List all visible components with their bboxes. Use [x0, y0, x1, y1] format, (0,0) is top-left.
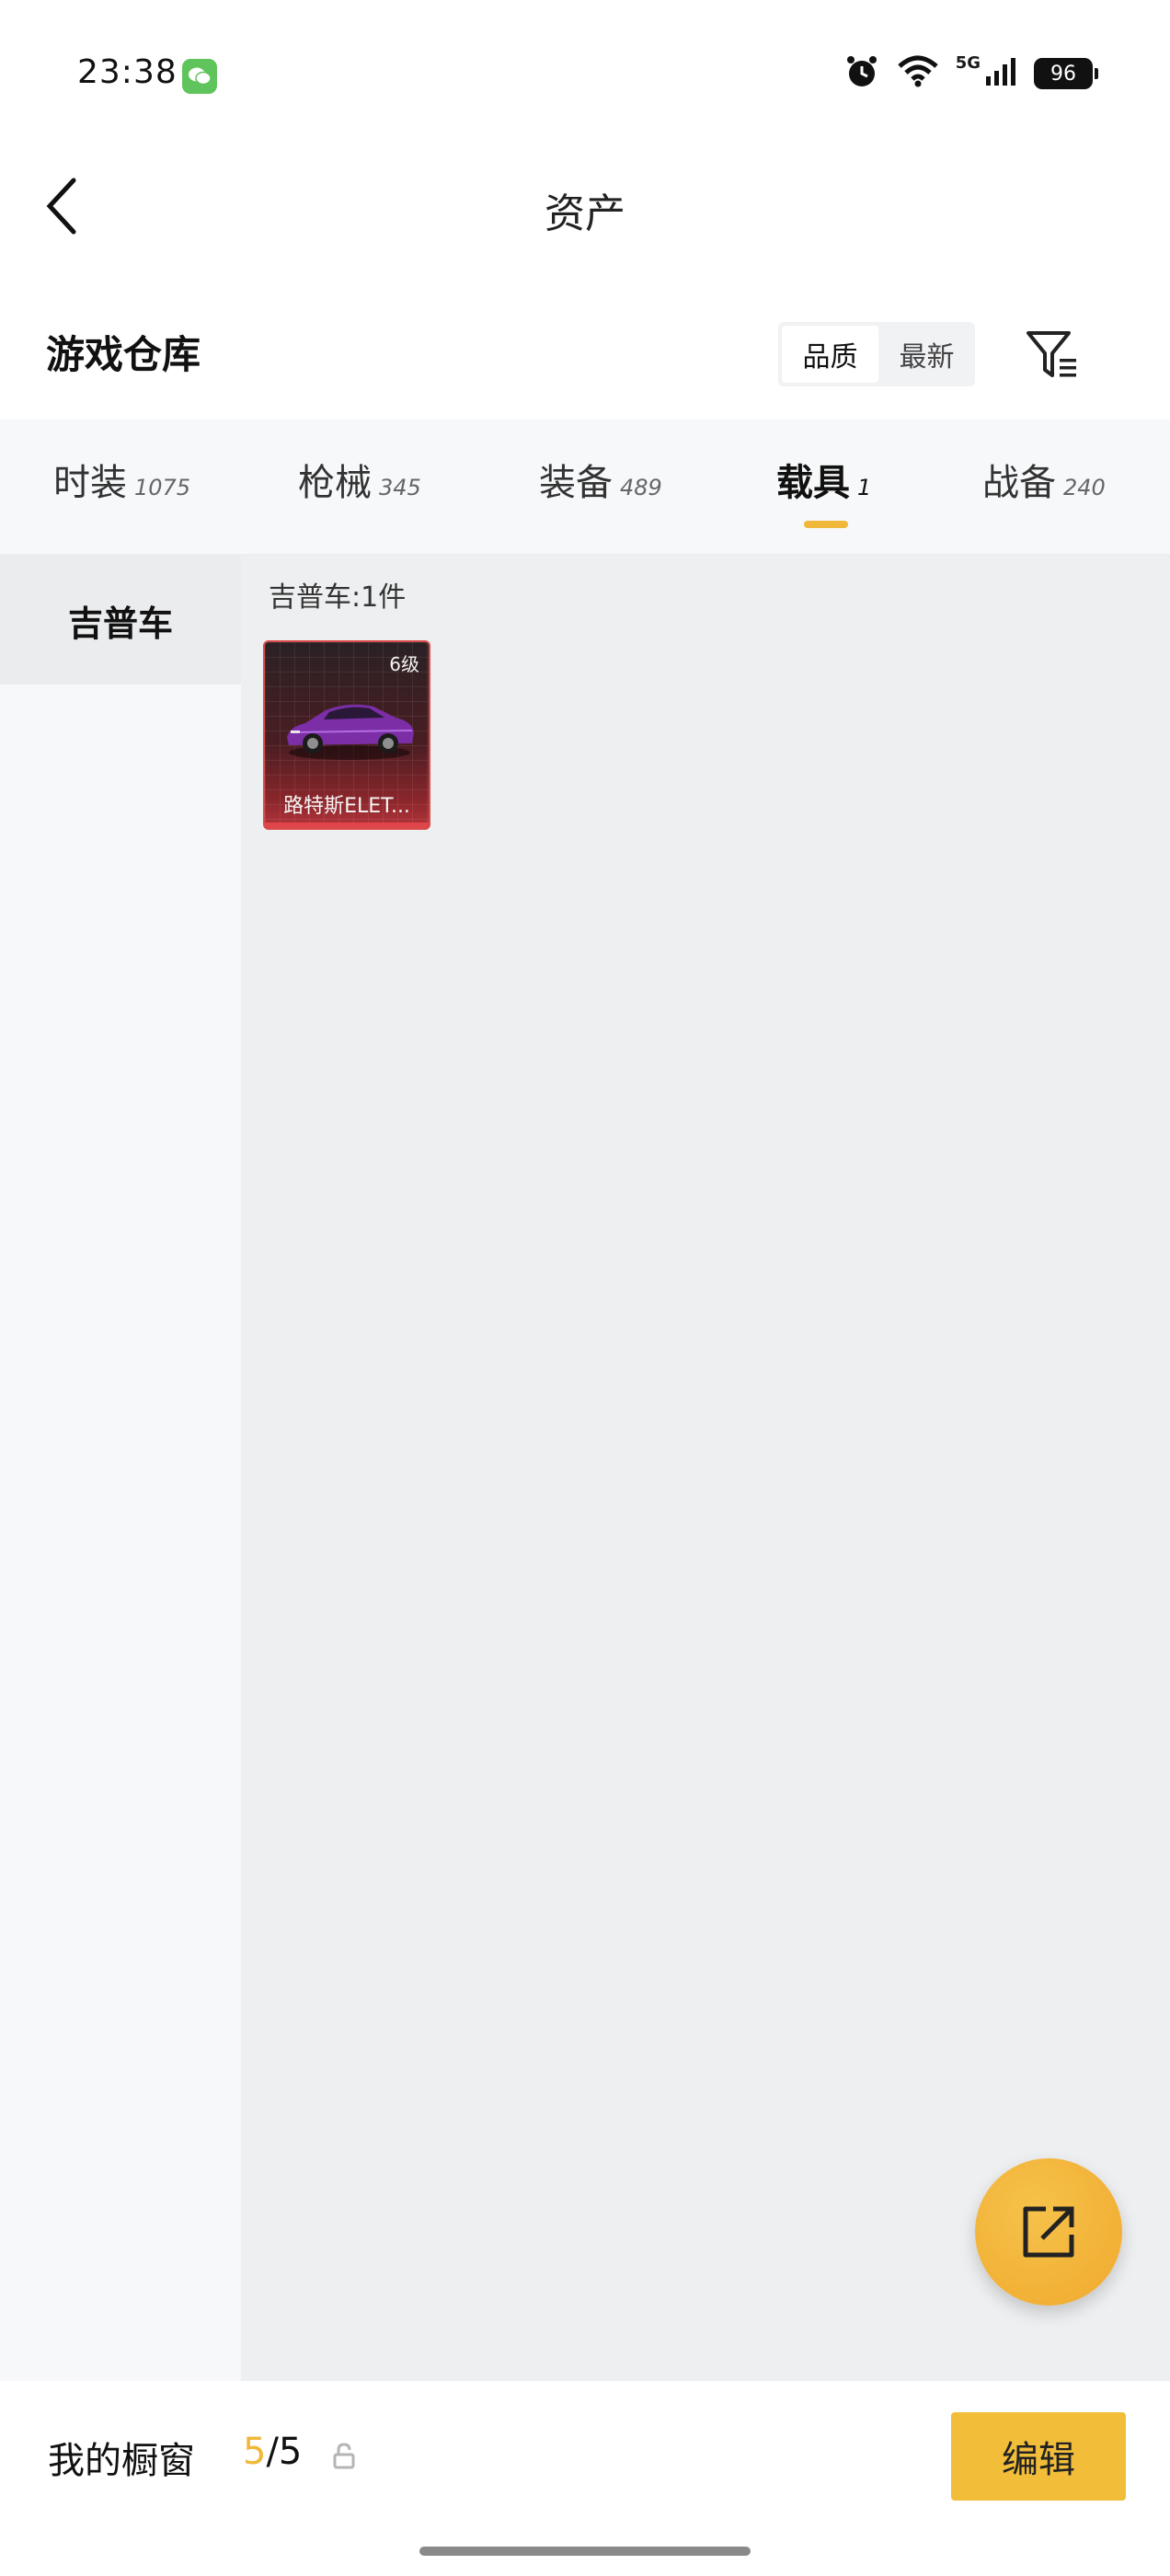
page-title: 资产	[545, 190, 625, 237]
signal-icon	[984, 56, 1017, 91]
tab-label: 战备	[982, 462, 1056, 504]
tab-firearms[interactable]: 枪械 345	[298, 453, 421, 508]
tab-vehicles[interactable]: 载具 1	[776, 453, 871, 508]
showcase-label: 我的橱窗	[48, 2440, 195, 2482]
wifi-icon	[897, 55, 939, 92]
tab-count: 240	[1063, 475, 1106, 500]
sort-option-quality[interactable]: 品质	[782, 326, 878, 383]
tab-supplies[interactable]: 战备 240	[982, 453, 1106, 508]
warehouse-title: 游戏仓库	[46, 332, 201, 377]
status-icons: 5G 96	[843, 52, 1098, 96]
status-time: 23:38	[77, 53, 178, 91]
category-tabs: 时装 1075 枪械 345 装备 489 载具 1 战备 240	[0, 420, 1170, 556]
lock-icon	[333, 2443, 355, 2469]
filter-button[interactable]	[1019, 322, 1085, 388]
battery-icon: 96	[1034, 58, 1098, 89]
network-type: 5G	[955, 52, 981, 73]
share-button[interactable]	[975, 2158, 1122, 2306]
tab-label: 载具	[776, 462, 850, 504]
filter-icon	[1027, 331, 1076, 377]
tab-count: 489	[620, 475, 662, 500]
sidebar-item-jeep[interactable]: 吉普车	[0, 556, 241, 684]
sidebar	[0, 556, 241, 2381]
showcase-total: /5	[266, 2431, 303, 2473]
group-title: 吉普车:1件	[269, 581, 407, 614]
home-indicator	[419, 2547, 751, 2556]
showcase-count: 5/5	[243, 2431, 302, 2473]
item-level: 6级	[389, 653, 419, 675]
wechat-icon	[182, 59, 217, 94]
tab-label: 时装	[53, 462, 127, 504]
showcase-current: 5	[243, 2431, 267, 2473]
sort-option-newest[interactable]: 最新	[878, 322, 975, 386]
tab-count: 1075	[134, 475, 191, 500]
share-icon	[1023, 2206, 1074, 2258]
tab-fashion[interactable]: 时装 1075	[53, 453, 190, 508]
tab-count: 1	[857, 475, 872, 500]
battery-level: 96	[1050, 62, 1076, 86]
sort-toggle: 品质 最新	[778, 322, 975, 386]
car-image	[287, 704, 414, 760]
tab-equipment[interactable]: 装备 489	[539, 453, 662, 508]
tab-label: 枪械	[298, 462, 372, 504]
tab-label: 装备	[539, 462, 613, 504]
item-name: 路特斯ELET...	[283, 795, 410, 818]
alarm-icon	[843, 53, 880, 94]
active-tab-indicator	[804, 521, 848, 528]
item-card[interactable]: 6级 路特斯ELET...	[263, 640, 430, 830]
tab-count: 345	[379, 475, 421, 500]
edit-button[interactable]: 编辑	[951, 2412, 1126, 2501]
rarity-bar	[265, 822, 429, 828]
